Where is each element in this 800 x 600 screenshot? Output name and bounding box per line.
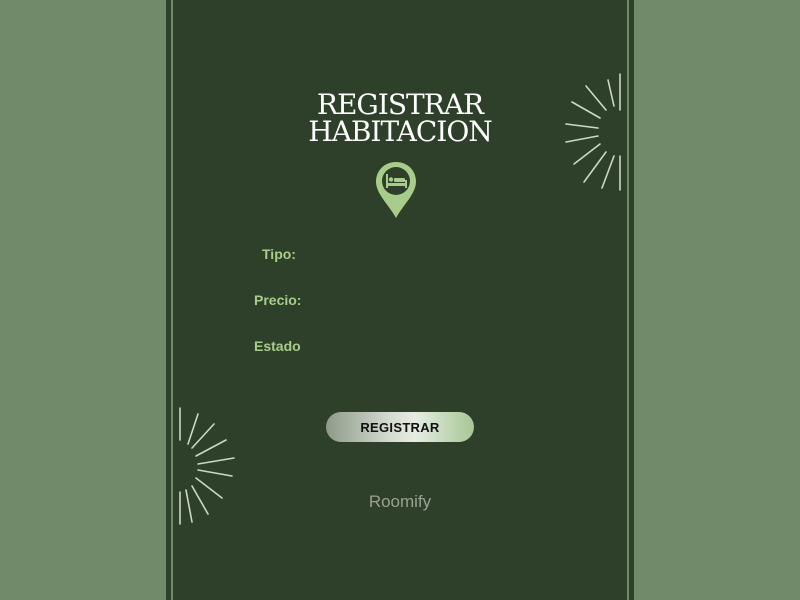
page-title-line-2: HABITACION bbox=[308, 115, 493, 148]
tipo-label: Tipo: bbox=[262, 246, 296, 262]
estado-input[interactable] bbox=[308, 336, 482, 360]
location-pin-bed-icon bbox=[376, 162, 416, 218]
tipo-input[interactable] bbox=[308, 244, 482, 268]
registrar-button[interactable]: REGISTRAR bbox=[326, 412, 474, 442]
brand-name: Roomify bbox=[368, 492, 432, 511]
estado-label: Estado bbox=[254, 338, 301, 354]
precio-label: Precio: bbox=[254, 292, 302, 308]
registration-panel: REGISTRAR HABITACION Tipo: Precio: Estad… bbox=[166, 0, 634, 600]
precio-input[interactable] bbox=[308, 290, 482, 314]
